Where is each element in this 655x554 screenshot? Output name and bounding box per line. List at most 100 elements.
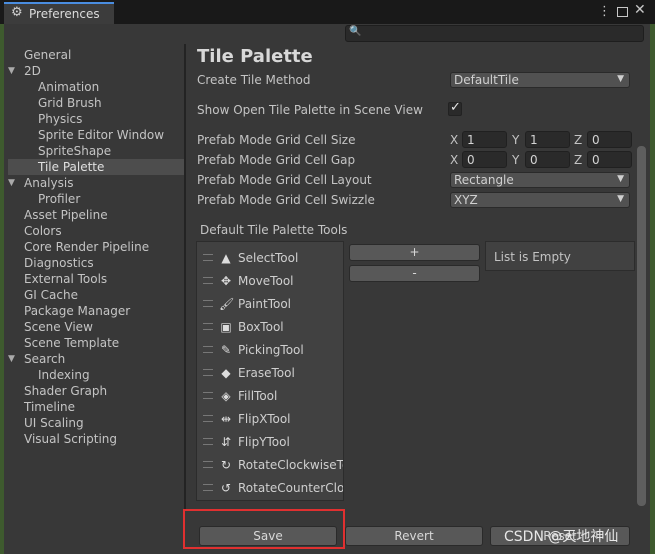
- show-open-tile-palette-label: Show Open Tile Palette in Scene View: [197, 103, 423, 117]
- x-axis-label: X: [450, 153, 459, 167]
- sidebar-item-grid-brush[interactable]: Grid Brush: [38, 95, 102, 111]
- sidebar-item-sprite-editor-window[interactable]: Sprite Editor Window: [38, 127, 164, 143]
- cell-layout-label: Prefab Mode Grid Cell Layout: [197, 173, 372, 187]
- sidebar-item-ui-scaling[interactable]: UI Scaling: [24, 415, 84, 431]
- sidebar-item-scene-template[interactable]: Scene Template: [24, 335, 119, 351]
- drag-handle-icon[interactable]: [203, 346, 213, 353]
- sidebar-item-core-render-pipeline[interactable]: Core Render Pipeline: [24, 239, 149, 255]
- drag-handle-icon[interactable]: [203, 484, 213, 491]
- scene-edge-right: [650, 24, 655, 554]
- close-icon[interactable]: ✕: [634, 2, 646, 18]
- fold-arrow-icon[interactable]: ▼: [8, 178, 15, 188]
- sidebar-item-spriteshape[interactable]: SpriteShape: [38, 143, 111, 159]
- list-item[interactable]: ▲ SelectTool: [197, 247, 343, 270]
- drag-handle-icon[interactable]: [203, 438, 213, 445]
- sidebar-item-search[interactable]: Search: [24, 351, 65, 367]
- cell-layout-dropdown[interactable]: Rectangle ▼: [450, 172, 630, 188]
- dropdown-value: Rectangle: [454, 173, 514, 187]
- tools-list: ▲ SelectTool ✥ MoveTool 🖌 PaintTool ▣ BoxToo…: [196, 241, 344, 501]
- tool-label: SelectTool: [238, 251, 299, 265]
- sidebar-item-timeline[interactable]: Timeline: [24, 399, 75, 415]
- sidebar-item-profiler[interactable]: Profiler: [38, 191, 80, 207]
- fill-tool-icon: ◈: [221, 389, 231, 403]
- sidebar-divider[interactable]: [184, 44, 186, 510]
- tool-label: FillTool: [238, 389, 278, 403]
- maximize-icon[interactable]: [617, 7, 628, 17]
- cell-gap-x-field[interactable]: 0: [462, 151, 507, 168]
- list-empty-label: List is Empty: [494, 250, 571, 264]
- sidebar-item-colors[interactable]: Colors: [24, 223, 62, 239]
- show-open-tile-palette-checkbox[interactable]: ✓: [448, 100, 462, 116]
- gear-icon: ⚙: [11, 5, 23, 20]
- sidebar-item-tile-palette[interactable]: Tile Palette: [8, 159, 184, 175]
- rotate-clockwise-tool-icon: ↻: [220, 458, 232, 472]
- cell-gap-y-field[interactable]: 0: [525, 151, 570, 168]
- drag-handle-icon[interactable]: [203, 277, 213, 284]
- sidebar-item-indexing[interactable]: Indexing: [38, 367, 90, 383]
- sidebar-item-animation[interactable]: Animation: [38, 79, 99, 95]
- drag-handle-icon[interactable]: [203, 254, 213, 261]
- chevron-down-icon: ▼: [617, 174, 624, 184]
- flip-x-tool-icon: ⇹: [220, 412, 232, 426]
- list-item[interactable]: ↻ RotateClockwiseTool: [197, 454, 343, 477]
- sidebar-item-scene-view[interactable]: Scene View: [24, 319, 93, 335]
- page-title: Tile Palette: [197, 46, 313, 67]
- y-axis-label: Y: [512, 133, 520, 147]
- list-item[interactable]: ⇵ FlipYTool: [197, 431, 343, 454]
- vertical-scrollbar[interactable]: [637, 146, 646, 506]
- list-item[interactable]: ◈ FillTool: [197, 385, 343, 408]
- cell-size-y-field[interactable]: 1: [525, 131, 570, 148]
- sidebar-item-asset-pipeline[interactable]: Asset Pipeline: [24, 207, 108, 223]
- list-item[interactable]: ↺ RotateCounterClockwiseTool: [197, 477, 343, 500]
- tool-label: MoveTool: [238, 274, 294, 288]
- add-item-button[interactable]: +: [349, 244, 480, 261]
- sidebar-item-analysis[interactable]: Analysis: [24, 175, 73, 191]
- list-empty-box: List is Empty: [485, 241, 635, 271]
- cell-size-z-field[interactable]: 0: [587, 131, 632, 148]
- sidebar-item-diagnostics[interactable]: Diagnostics: [24, 255, 94, 271]
- list-item[interactable]: ✥ MoveTool: [197, 270, 343, 293]
- list-item[interactable]: ▣ BoxTool: [197, 316, 343, 339]
- tool-label: PickingTool: [238, 343, 304, 357]
- sidebar-item-physics[interactable]: Physics: [38, 111, 82, 127]
- tools-header: Default Tile Palette Tools: [200, 223, 348, 237]
- drag-handle-icon[interactable]: [203, 323, 213, 330]
- sidebar-item-2d[interactable]: 2D: [24, 63, 41, 79]
- tool-label: PaintTool: [238, 297, 292, 311]
- cell-gap-z-field[interactable]: 0: [587, 151, 632, 168]
- cell-swizzle-dropdown[interactable]: XYZ ▼: [450, 192, 630, 208]
- remove-item-button[interactable]: -: [349, 265, 480, 282]
- list-item[interactable]: 🖌 PaintTool: [197, 293, 343, 316]
- fold-arrow-icon[interactable]: ▼: [8, 354, 15, 364]
- sidebar-item-gi-cache[interactable]: GI Cache: [24, 287, 78, 303]
- drag-handle-icon[interactable]: [203, 461, 213, 468]
- create-tile-method-dropdown[interactable]: DefaultTile ▼: [450, 72, 630, 88]
- list-item[interactable]: ⇹ FlipXTool: [197, 408, 343, 431]
- chevron-down-icon: ▼: [617, 194, 624, 204]
- cell-size-x-field[interactable]: 1: [462, 131, 507, 148]
- field-value: 1: [530, 133, 538, 147]
- sidebar-item-package-manager[interactable]: Package Manager: [24, 303, 130, 319]
- drag-handle-icon[interactable]: [203, 415, 213, 422]
- sidebar-item-external-tools[interactable]: External Tools: [24, 271, 107, 287]
- fold-arrow-icon[interactable]: ▼: [8, 66, 15, 76]
- list-item[interactable]: ✎ PickingTool: [197, 339, 343, 362]
- y-axis-label: Y: [512, 153, 520, 167]
- drag-handle-icon[interactable]: [203, 369, 213, 376]
- chevron-down-icon: ▼: [617, 74, 624, 84]
- move-tool-icon: ✥: [220, 274, 232, 288]
- dropdown-value: DefaultTile: [454, 73, 519, 87]
- more-options-icon[interactable]: ⋮: [598, 4, 611, 19]
- sidebar-item-visual-scripting[interactable]: Visual Scripting: [24, 431, 117, 447]
- field-value: 0: [467, 153, 475, 167]
- search-input[interactable]: 🔍: [345, 25, 644, 42]
- drag-handle-icon[interactable]: [203, 300, 213, 307]
- list-item[interactable]: ◆ EraseTool: [197, 362, 343, 385]
- sidebar-item-shader-graph[interactable]: Shader Graph: [24, 383, 107, 399]
- revert-button[interactable]: Revert: [345, 526, 483, 546]
- dropdown-value: XYZ: [454, 193, 478, 207]
- cell-swizzle-label: Prefab Mode Grid Cell Swizzle: [197, 193, 375, 207]
- drag-handle-icon[interactable]: [203, 392, 213, 399]
- tab-preferences[interactable]: ⚙ Preferences: [4, 2, 114, 24]
- sidebar-item-general[interactable]: General: [24, 47, 71, 63]
